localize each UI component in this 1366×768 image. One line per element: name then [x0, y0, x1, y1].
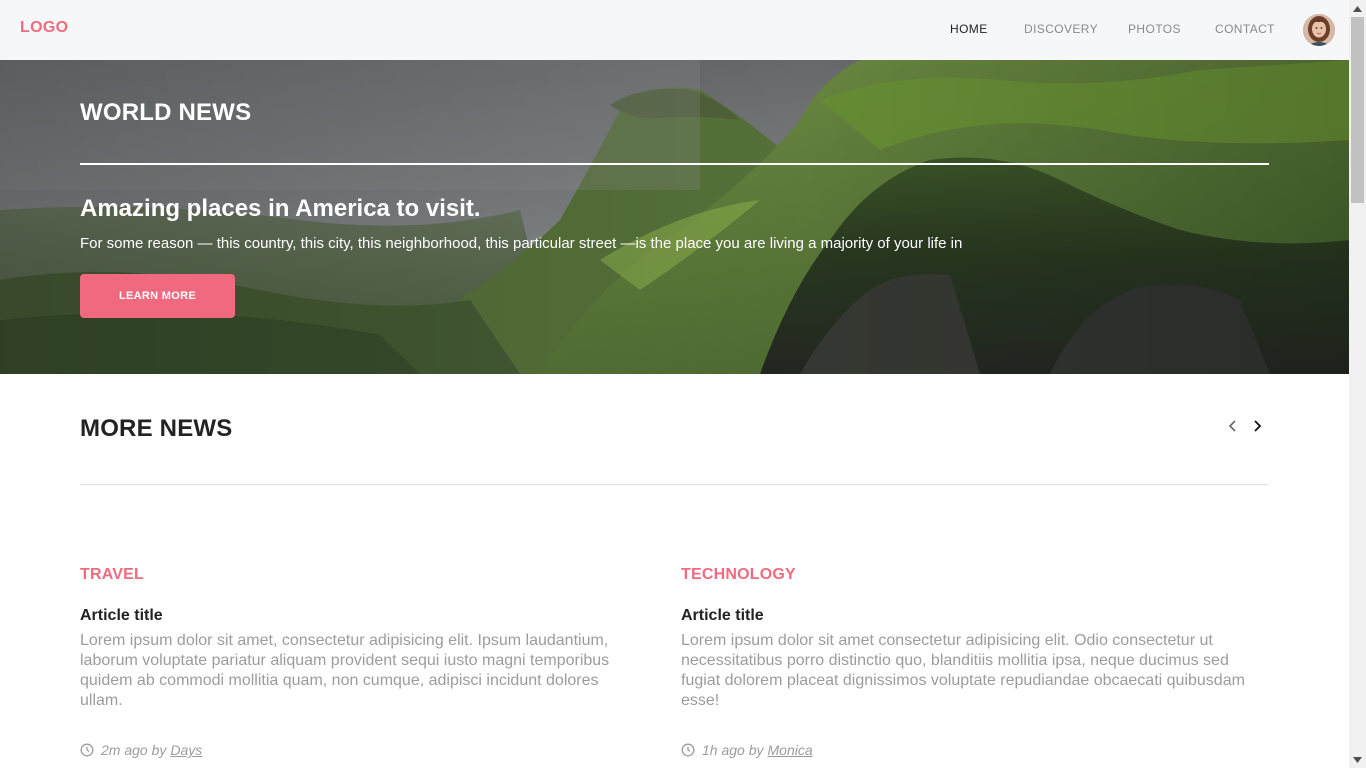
hero-description: For some reason — this country, this cit… [80, 235, 963, 252]
article-time: 2m ago by [101, 742, 167, 758]
article-title[interactable]: Article title [80, 607, 625, 625]
article-category[interactable]: TRAVEL [80, 566, 625, 584]
article-meta: 2m ago by Days [80, 742, 202, 758]
article-author-link[interactable]: Monica [768, 742, 813, 758]
more-news-title: MORE NEWS [80, 415, 233, 442]
chevron-right-icon[interactable] [1249, 418, 1265, 434]
article-card[interactable]: TRAVEL Article title Lorem ipsum dolor s… [80, 566, 625, 711]
learn-more-button[interactable]: LEARN MORE [80, 274, 235, 318]
hero-banner: WORLD NEWS Amazing places in America to … [0, 60, 1349, 374]
hero-divider [80, 163, 1269, 165]
scroll-up-arrow-icon[interactable] [1349, 0, 1366, 17]
nav-item-photos[interactable]: PHOTOS [1128, 22, 1181, 36]
clock-icon [681, 743, 695, 757]
article-excerpt: Lorem ipsum dolor sit amet consectetur a… [681, 632, 1245, 709]
scrollbar-thumb[interactable] [1351, 17, 1364, 203]
navbar: LOGO HOME DISCOVERY PHOTOS CONTACT [0, 0, 1349, 60]
article-category[interactable]: TECHNOLOGY [681, 566, 1269, 584]
article-title[interactable]: Article title [681, 607, 1269, 625]
vertical-scrollbar[interactable] [1349, 0, 1366, 768]
nav-item-home[interactable]: HOME [950, 22, 988, 36]
nav-item-discovery[interactable]: DISCOVERY [1024, 22, 1098, 36]
user-avatar-image [1303, 14, 1335, 46]
article-excerpt: Lorem ipsum dolor sit amet, consectetur … [80, 632, 610, 709]
hero-title: WORLD NEWS [80, 99, 252, 126]
article-time: 1h ago by [702, 742, 764, 758]
more-news-divider [80, 484, 1269, 485]
chevron-left-icon[interactable] [1225, 418, 1241, 434]
scroll-down-arrow-icon[interactable] [1349, 751, 1366, 768]
article-meta: 1h ago by Monica [681, 742, 813, 758]
nav-item-contact[interactable]: CONTACT [1215, 22, 1275, 36]
article-author-link[interactable]: Days [170, 742, 202, 758]
logo[interactable]: LOGO [20, 19, 68, 37]
article-card[interactable]: TECHNOLOGY Article title Lorem ipsum dol… [681, 566, 1269, 711]
hero-heading: Amazing places in America to visit. [80, 195, 481, 222]
avatar[interactable] [1303, 14, 1335, 46]
clock-icon [80, 743, 94, 757]
